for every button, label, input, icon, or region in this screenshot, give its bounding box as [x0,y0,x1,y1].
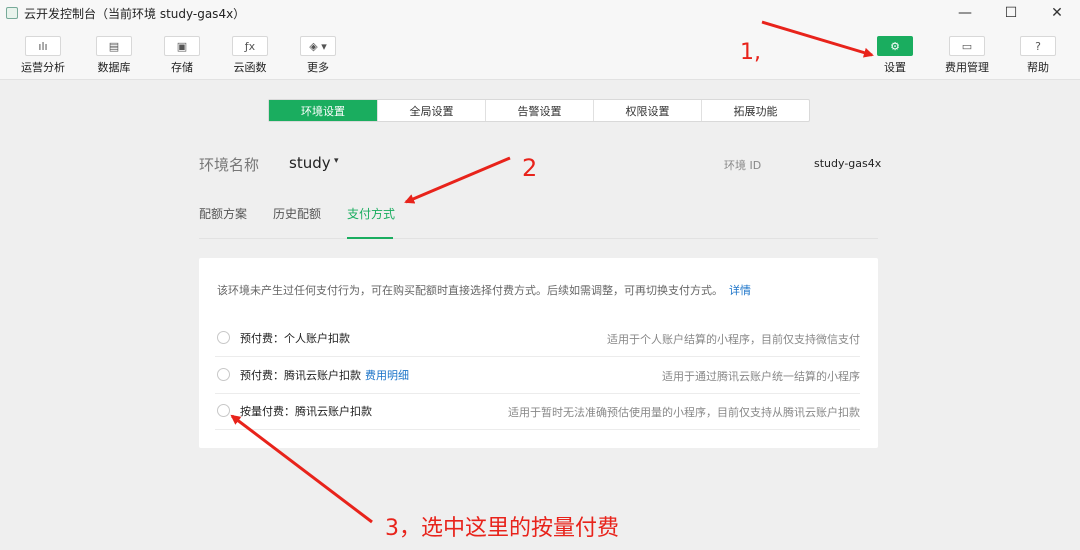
tab-permission-settings[interactable]: 权限设置 [593,100,701,121]
tab-extensions[interactable]: 拓展功能 [701,100,809,121]
toolbar-analytics[interactable]: ılı 运营分析 [17,36,69,75]
option-label: 预付费：个人账户扣款 [240,332,350,345]
option-description: 适用于暂时无法准确预估使用量的小程序，目前仅支持从腾讯云账户扣款 [508,406,860,419]
caret-down-icon[interactable]: ▾ [334,156,339,166]
toolbar-label: 费用管理 [945,61,989,74]
option-label: 预付费：腾讯云账户扣款 费用明细 [240,367,409,383]
subtab-payment-method[interactable]: 支付方式 [347,205,395,222]
settings-tabs: 环境设置 全局设置 告警设置 权限设置 拓展功能 [268,99,810,122]
tab-env-settings[interactable]: 环境设置 [269,100,377,121]
subtab-quota-history[interactable]: 历史配额 [273,205,321,222]
maximize-button[interactable]: ☐ [988,0,1034,26]
option-label: 按量付费：腾讯云账户扣款 [240,405,372,418]
radio-button[interactable] [217,404,230,417]
database-icon: ▤ [96,36,132,56]
toolbar-database[interactable]: ▤ 数据库 [88,36,140,75]
storage-icon: ▣ [164,36,200,56]
details-link[interactable]: 详情 [729,284,751,297]
minimize-button[interactable]: — [942,0,988,26]
fee-details-link[interactable]: 费用明细 [365,369,409,382]
payment-option[interactable]: 预付费：个人账户扣款 适用于个人账户结算的小程序，目前仅支持微信支付 [215,320,860,357]
env-id-label: 环境 ID [724,159,762,172]
gear-icon: ⚙ [877,36,913,56]
toolbar: ılı 运营分析 ▤ 数据库 ▣ 存储 ƒx 云函数 ◈ ▾ 更多 ⚙ 设置 ▭… [0,26,1080,80]
payment-option[interactable]: 按量付费：腾讯云账户扣款 适用于暂时无法准确预估使用量的小程序，目前仅支持从腾讯… [215,393,860,430]
help-icon: ? [1020,36,1056,56]
toolbar-storage[interactable]: ▣ 存储 [156,36,208,75]
toolbar-help[interactable]: ? 帮助 [1012,36,1064,75]
env-name-label: 环境名称 [199,156,260,174]
toolbar-more[interactable]: ◈ ▾ 更多 [292,36,344,75]
toolbar-label: 运营分析 [21,61,65,74]
function-icon: ƒx [232,36,268,56]
notice-text: 该环境未产生过任何支付行为，可在购买配额时直接选择付费方式。后续如需调整，可再切… [217,284,723,297]
option-label-text: 预付费：腾讯云账户扣款 [240,369,361,382]
layers-icon: ◈ ▾ [300,36,336,56]
app-icon [6,7,18,19]
toolbar-label: 帮助 [1027,61,1049,74]
toolbar-label: 设置 [884,61,906,74]
payment-option[interactable]: 预付费：腾讯云账户扣款 费用明细 适用于通过腾讯云账户统一结算的小程序 [215,357,860,394]
toolbar-label: 存储 [171,61,193,74]
subtab-quota-plan[interactable]: 配额方案 [199,205,247,222]
active-tab-indicator [347,237,393,239]
option-description: 适用于通过腾讯云账户统一结算的小程序 [662,370,860,383]
billing-icon: ▭ [949,36,985,56]
toolbar-label: 数据库 [97,61,131,74]
arrow-to-payment-tab [404,156,511,204]
window-title: 云开发控制台（当前环境 study-gas4x） [24,6,246,21]
annotation-step2: 2 [522,154,538,182]
toolbar-functions[interactable]: ƒx 云函数 [224,36,276,75]
env-id-value: study-gas4x [814,157,882,170]
toolbar-billing[interactable]: ▭ 费用管理 [941,36,993,75]
subtabs: 配额方案 历史配额 支付方式 [199,205,878,239]
radio-button[interactable] [217,368,230,381]
annotation-step1: 1, [740,40,761,65]
payment-panel: 该环境未产生过任何支付行为，可在购买配额时直接选择付费方式。后续如需调整，可再切… [199,258,878,448]
toolbar-settings[interactable]: ⚙ 设置 [869,36,921,75]
tab-alert-settings[interactable]: 告警设置 [485,100,593,121]
title-bar: 云开发控制台（当前环境 study-gas4x） — ☐ ✕ [0,0,1080,26]
option-description: 适用于个人账户结算的小程序，目前仅支持微信支付 [607,333,860,346]
bar-chart-icon: ılı [25,36,61,56]
env-select[interactable]: study [289,154,331,172]
toolbar-label: 更多 [307,61,329,74]
radio-button[interactable] [217,331,230,344]
window-controls: — ☐ ✕ [942,0,1080,26]
annotation-step3: 3，选中这里的按量付费 [385,516,619,541]
toolbar-label: 云函数 [233,61,267,74]
tab-global-settings[interactable]: 全局设置 [377,100,485,121]
payment-notice: 该环境未产生过任何支付行为，可在购买配额时直接选择付费方式。后续如需调整，可再切… [217,282,751,298]
close-button[interactable]: ✕ [1034,0,1080,26]
